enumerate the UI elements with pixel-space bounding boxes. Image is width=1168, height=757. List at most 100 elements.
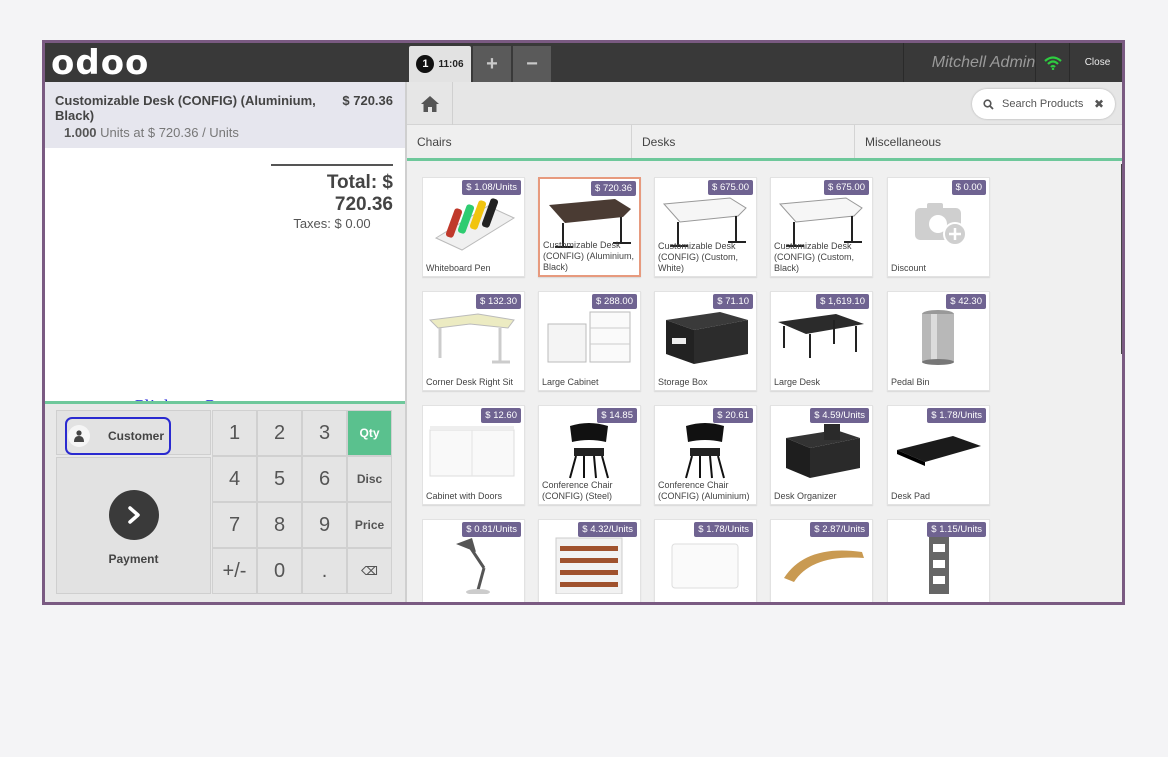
price-tag: $ 0.81/Units [462,522,521,537]
payment-label: Payment [108,552,159,566]
product-card[interactable]: $ 1,619.10 Large Desk [770,291,873,391]
wall-rack-icon [893,534,984,594]
product-card[interactable]: $ 720.36 Customizable Desk (CONFIG) (Alum… [538,177,641,277]
products-pane: ✖ Chairs Desks Miscellaneous $ 1.08/Unit… [407,82,1122,602]
product-card[interactable]: $ 0.81/Units [422,519,525,602]
shelf-icon [544,534,635,595]
key-6[interactable]: 6 [302,456,347,502]
top-bar: odoo 1 11:06 + − Mitchell Admin Close [45,43,1122,83]
price-tag: $ 1.78/Units [927,408,986,423]
product-card[interactable]: $ 288.00 Large Cabinet [538,291,641,391]
disc-button[interactable]: Disc [347,456,392,502]
control-panel: Customer Payment 1 2 3 Qty 4 5 6 Disc 7 8 9 Price +/… [45,401,405,602]
product-name: Large Desk [774,377,821,387]
customer-label: Customer [108,429,165,443]
price-tag: $ 42.30 [946,294,986,309]
camera-plus-icon [893,192,984,252]
product-name: Desk Organizer [774,491,837,501]
category-desks[interactable]: Desks [632,125,855,158]
wifi-icon[interactable] [1035,43,1069,82]
order-line[interactable]: Customizable Desk (CONFIG) (Aluminium, B… [45,82,405,148]
product-name: Cabinet with Doors [426,491,503,501]
products-header: ✖ [407,82,1122,125]
plus-minus-key[interactable]: +/- [212,548,257,594]
pad-white-icon [660,534,751,594]
product-card[interactable]: $ 132.30 Corner Desk Right Sit [422,291,525,391]
price-tag: $ 288.00 [592,294,637,309]
price-tag: $ 1.15/Units [927,522,986,537]
search-input[interactable] [1002,98,1092,110]
product-name: Pedal Bin [891,377,930,387]
category-miscellaneous[interactable]: Miscellaneous [855,125,1122,158]
key-0[interactable]: 0 [257,548,302,594]
order-line-qty-value: 1.000 [64,125,97,140]
price-tag: $ 720.36 [591,181,636,196]
product-name: Discount [891,263,927,273]
product-card[interactable]: $ 20.61 Conference Chair (CONFIG) (Alumin… [654,405,757,505]
lamp-icon [428,534,519,595]
order-line-quantity: 1.000 Units at $ 720.36 / Units [64,125,239,140]
price-tag: $ 4.59/Units [810,408,869,423]
product-card[interactable]: $ 4.59/Units Desk Organizer [770,405,873,505]
product-card[interactable]: $ 71.10 Storage Box [654,291,757,391]
product-card[interactable]: $ 1.78/Units [654,519,757,602]
add-order-button[interactable]: + [473,46,511,82]
clear-icon[interactable]: ✖ [1094,97,1104,111]
price-tag: $ 0.00 [951,180,986,195]
product-card[interactable]: $ 1.08/Units Whiteboard Pen [422,177,525,277]
chair-icon [544,420,635,480]
pedal-bin-icon [893,306,984,366]
home-icon [420,95,439,112]
search-box[interactable]: ✖ [972,89,1115,119]
order-summary: Total: $ 720.36 Taxes: $ 0.00 [271,164,393,231]
price-tag: $ 675.00 [708,180,753,195]
product-card[interactable]: $ 12.60 Cabinet with Doors [422,405,525,505]
price-tag: $ 1.08/Units [462,180,521,195]
order-total: Total: $ 720.36 [326,172,393,215]
product-card[interactable]: $ 2.87/Units [770,519,873,602]
product-card[interactable]: $ 4.32/Units [538,519,641,602]
backspace-key[interactable]: ⌫ [347,548,392,594]
order-number-badge: 1 [416,55,435,73]
key-8[interactable]: 8 [257,502,302,548]
price-tag: $ 14.85 [597,408,637,423]
remove-order-button[interactable]: − [513,46,551,82]
product-card[interactable]: $ 14.85 Conference Chair (CONFIG) (Steel) [538,405,641,505]
price-tag: $ 71.10 [713,294,753,309]
key-5[interactable]: 5 [257,456,302,502]
price-tag: $ 4.32/Units [578,522,637,537]
key-4[interactable]: 4 [212,456,257,502]
qty-button[interactable]: Qty [347,410,392,456]
product-card[interactable]: $ 1.78/Units Desk Pad [887,405,990,505]
order-taxes: Taxes: $ 0.00 [293,216,371,231]
payment-button[interactable]: Payment [56,457,211,594]
search-icon [983,98,994,110]
chevron-right-icon [109,490,159,540]
home-button[interactable] [407,82,453,125]
decimal-key[interactable]: . [302,548,347,594]
cabinet-doors-icon [428,420,519,480]
product-card[interactable]: $ 42.30 Pedal Bin [887,291,990,391]
price-button[interactable]: Price [347,502,392,548]
product-name: Customizable Desk (CONFIG) (Aluminium, B… [543,240,635,272]
product-card[interactable]: $ 675.00 Customizable Desk (CONFIG) (Cust… [654,177,757,277]
product-card[interactable]: $ 675.00 Customizable Desk (CONFIG) (Cust… [770,177,873,277]
large-desk-icon [776,306,867,366]
order-tab[interactable]: 1 11:06 [409,46,471,82]
category-chairs[interactable]: Chairs [407,125,632,158]
key-7[interactable]: 7 [212,502,257,548]
key-2[interactable]: 2 [257,410,302,456]
product-name: Desk Pad [891,491,931,501]
key-1[interactable]: 1 [212,410,257,456]
product-name: Storage Box [658,377,708,387]
close-button[interactable]: Close [1069,43,1122,82]
key-3[interactable]: 3 [302,410,347,456]
product-name: Customizable Desk (CONFIG) (Custom, Whit… [658,241,738,273]
scrollbar[interactable] [1121,164,1122,354]
product-card[interactable]: $ 0.00 Discount [887,177,990,277]
product-name: Large Cabinet [542,377,599,387]
price-tag: $ 20.61 [713,408,753,423]
key-9[interactable]: 9 [302,502,347,548]
monitor-stand-icon [776,534,867,594]
product-card[interactable]: $ 1.15/Units [887,519,990,602]
